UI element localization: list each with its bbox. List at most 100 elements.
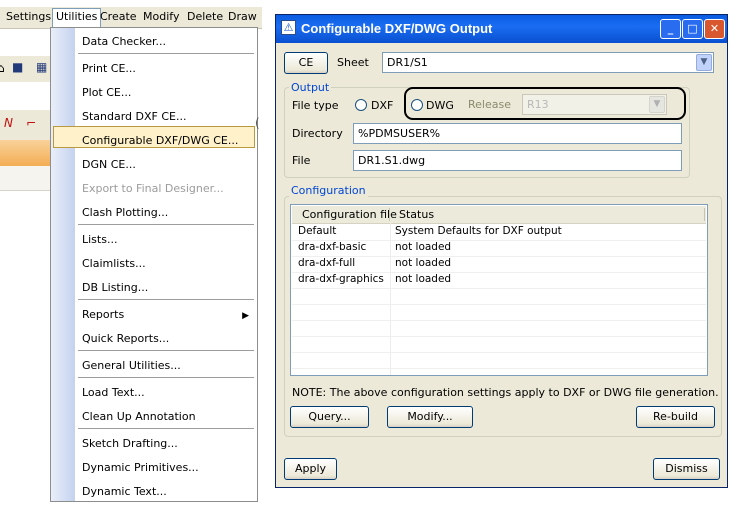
directory-field[interactable]: %PDMSUSER%: [353, 123, 682, 144]
query-button[interactable]: Query...: [290, 406, 369, 428]
configuration-table[interactable]: Configuration file Status Default System…: [290, 204, 708, 376]
column-divider[interactable]: [389, 208, 390, 221]
menu-settings[interactable]: Settings: [6, 10, 51, 23]
table-row[interactable]: dra-dxf-basic not loaded: [292, 240, 706, 257]
table-row-empty: [292, 304, 706, 321]
menu-item-general-utilities[interactable]: General Utilities...: [82, 359, 181, 372]
menu-separator: [78, 299, 254, 300]
cell-config-file: dra-dxf-full: [298, 257, 356, 269]
menu-icon-gutter: [51, 28, 75, 501]
menu-item-reports[interactable]: Reports: [82, 308, 124, 321]
open-folder-icon[interactable]: ⌂: [0, 61, 5, 75]
dxf-dwg-output-dialog: ⚠ Configurable DXF/DWG Output _ □ ✕ CE S…: [275, 14, 728, 488]
apply-button[interactable]: Apply: [284, 458, 337, 480]
chevron-down-icon: ▼: [649, 96, 665, 113]
table-row-empty: [292, 320, 706, 337]
menu-item-data-checker[interactable]: Data Checker...: [82, 35, 166, 48]
menu-item-claimlists[interactable]: Claimlists...: [82, 257, 146, 270]
cell-config-file: dra-dxf-graphics: [298, 273, 384, 285]
menu-create[interactable]: Create: [100, 10, 137, 23]
menu-delete[interactable]: Delete: [187, 10, 223, 23]
app-icon: ⚠: [281, 20, 296, 35]
release-label: Release: [468, 98, 511, 111]
menu-item-load-text[interactable]: Load Text...: [82, 386, 145, 399]
save-icon[interactable]: ■: [12, 60, 23, 74]
sheet-value: DR1/S1: [387, 56, 428, 69]
grid-icon[interactable]: ▦: [36, 60, 47, 74]
submenu-arrow-icon: ▶: [242, 311, 249, 321]
table-row[interactable]: Default System Defaults for DXF output: [292, 224, 706, 241]
menu-separator: [78, 350, 254, 351]
menu-draw[interactable]: Draw: [228, 10, 257, 23]
dxf-label: DXF: [371, 99, 394, 112]
menu-item-db-listing[interactable]: DB Listing...: [82, 281, 148, 294]
maximize-button[interactable]: □: [682, 19, 703, 39]
menu-item-lists[interactable]: Lists...: [82, 233, 117, 246]
table-header: Configuration file Status: [292, 206, 706, 224]
column-divider[interactable]: [704, 208, 705, 221]
menu-separator: [78, 428, 254, 429]
main-application-window: Settings Utilities Create Modify Delete …: [0, 0, 262, 507]
cell-status: not loaded: [395, 241, 452, 253]
table-row-empty: [292, 288, 706, 305]
release-value: R13: [527, 98, 549, 111]
menu-item-dynamic-text[interactable]: Dynamic Text...: [82, 485, 167, 498]
dwg-radio[interactable]: [411, 99, 423, 111]
rebuild-button[interactable]: Re-build: [636, 406, 715, 428]
directory-label: Directory: [292, 127, 343, 140]
dialog-title: Configurable DXF/DWG Output: [301, 21, 493, 36]
ce-button[interactable]: CE: [284, 52, 328, 74]
dwg-label: DWG: [426, 99, 454, 112]
dialog-titlebar[interactable]: ⚠ Configurable DXF/DWG Output _ □ ✕: [276, 15, 727, 43]
table-row-empty: [292, 352, 706, 369]
file-label: File: [292, 154, 311, 167]
release-select: R13 ▼: [522, 94, 667, 115]
menu-item-quick-reports[interactable]: Quick Reports...: [82, 332, 169, 345]
column-header-status[interactable]: Status: [399, 208, 434, 221]
sheet-label: Sheet: [337, 56, 369, 69]
configuration-note: NOTE: The above configuration settings a…: [292, 386, 719, 399]
cell-status: System Defaults for DXF output: [395, 225, 562, 237]
menu-item-sketch-drafting[interactable]: Sketch Drafting...: [82, 437, 178, 450]
column-header-config-file[interactable]: Configuration file: [302, 208, 397, 221]
menu-item-configurable-dxf-dwg-ce[interactable]: Configurable DXF/DWG CE...: [82, 134, 238, 147]
file-field[interactable]: DR1.S1.dwg: [353, 150, 682, 171]
menu-item-clash-plotting[interactable]: Clash Plotting...: [82, 206, 168, 219]
sheet-select[interactable]: DR1/S1 ▼: [382, 52, 714, 73]
menu-item-print-ce[interactable]: Print CE...: [82, 62, 136, 75]
dismiss-button[interactable]: Dismiss: [653, 458, 720, 480]
cell-config-file: dra-dxf-basic: [298, 241, 367, 253]
panel-row: [0, 166, 50, 191]
close-button[interactable]: ✕: [704, 19, 725, 39]
chevron-down-icon[interactable]: ▼: [696, 54, 712, 71]
menu-item-export-final-designer: Export to Final Designer...: [82, 182, 224, 195]
menu-separator: [78, 53, 254, 54]
cell-config-file: Default: [298, 225, 337, 237]
modify-button[interactable]: Modify...: [387, 406, 473, 428]
circle-tool-icon[interactable]: (: [255, 116, 260, 130]
table-row-empty: [292, 336, 706, 353]
minimize-button[interactable]: _: [660, 19, 681, 39]
dxf-radio[interactable]: [355, 99, 367, 111]
output-group-title: Output: [289, 81, 332, 94]
file-type-label: File type: [292, 99, 339, 112]
toolbar-top: ⌂ ■ ▦: [0, 56, 50, 82]
menu-separator: [78, 377, 254, 378]
menu-item-dgn-ce[interactable]: DGN CE...: [82, 158, 136, 171]
orange-header-strip: [0, 140, 50, 166]
polyline-icon[interactable]: N: [4, 116, 13, 130]
table-row[interactable]: dra-dxf-graphics not loaded: [292, 272, 706, 289]
menu-item-clean-up-annotation[interactable]: Clean Up Annotation: [82, 410, 196, 423]
menu-separator: [78, 224, 254, 225]
menu-item-dynamic-primitives[interactable]: Dynamic Primitives...: [82, 461, 199, 474]
configuration-group-title: Configuration: [289, 184, 368, 197]
menu-utilities[interactable]: Utilities: [52, 8, 102, 27]
menu-bar: Settings Utilities Create Modify Delete …: [0, 7, 262, 29]
table-row[interactable]: dra-dxf-full not loaded: [292, 256, 706, 273]
menu-modify[interactable]: Modify: [143, 10, 179, 23]
menu-item-standard-dxf-ce[interactable]: Standard DXF CE...: [82, 110, 187, 123]
step-line-icon[interactable]: ⌐: [26, 116, 36, 130]
menu-item-plot-ce[interactable]: Plot CE...: [82, 86, 131, 99]
cell-status: not loaded: [395, 257, 452, 269]
cell-status: not loaded: [395, 273, 452, 285]
